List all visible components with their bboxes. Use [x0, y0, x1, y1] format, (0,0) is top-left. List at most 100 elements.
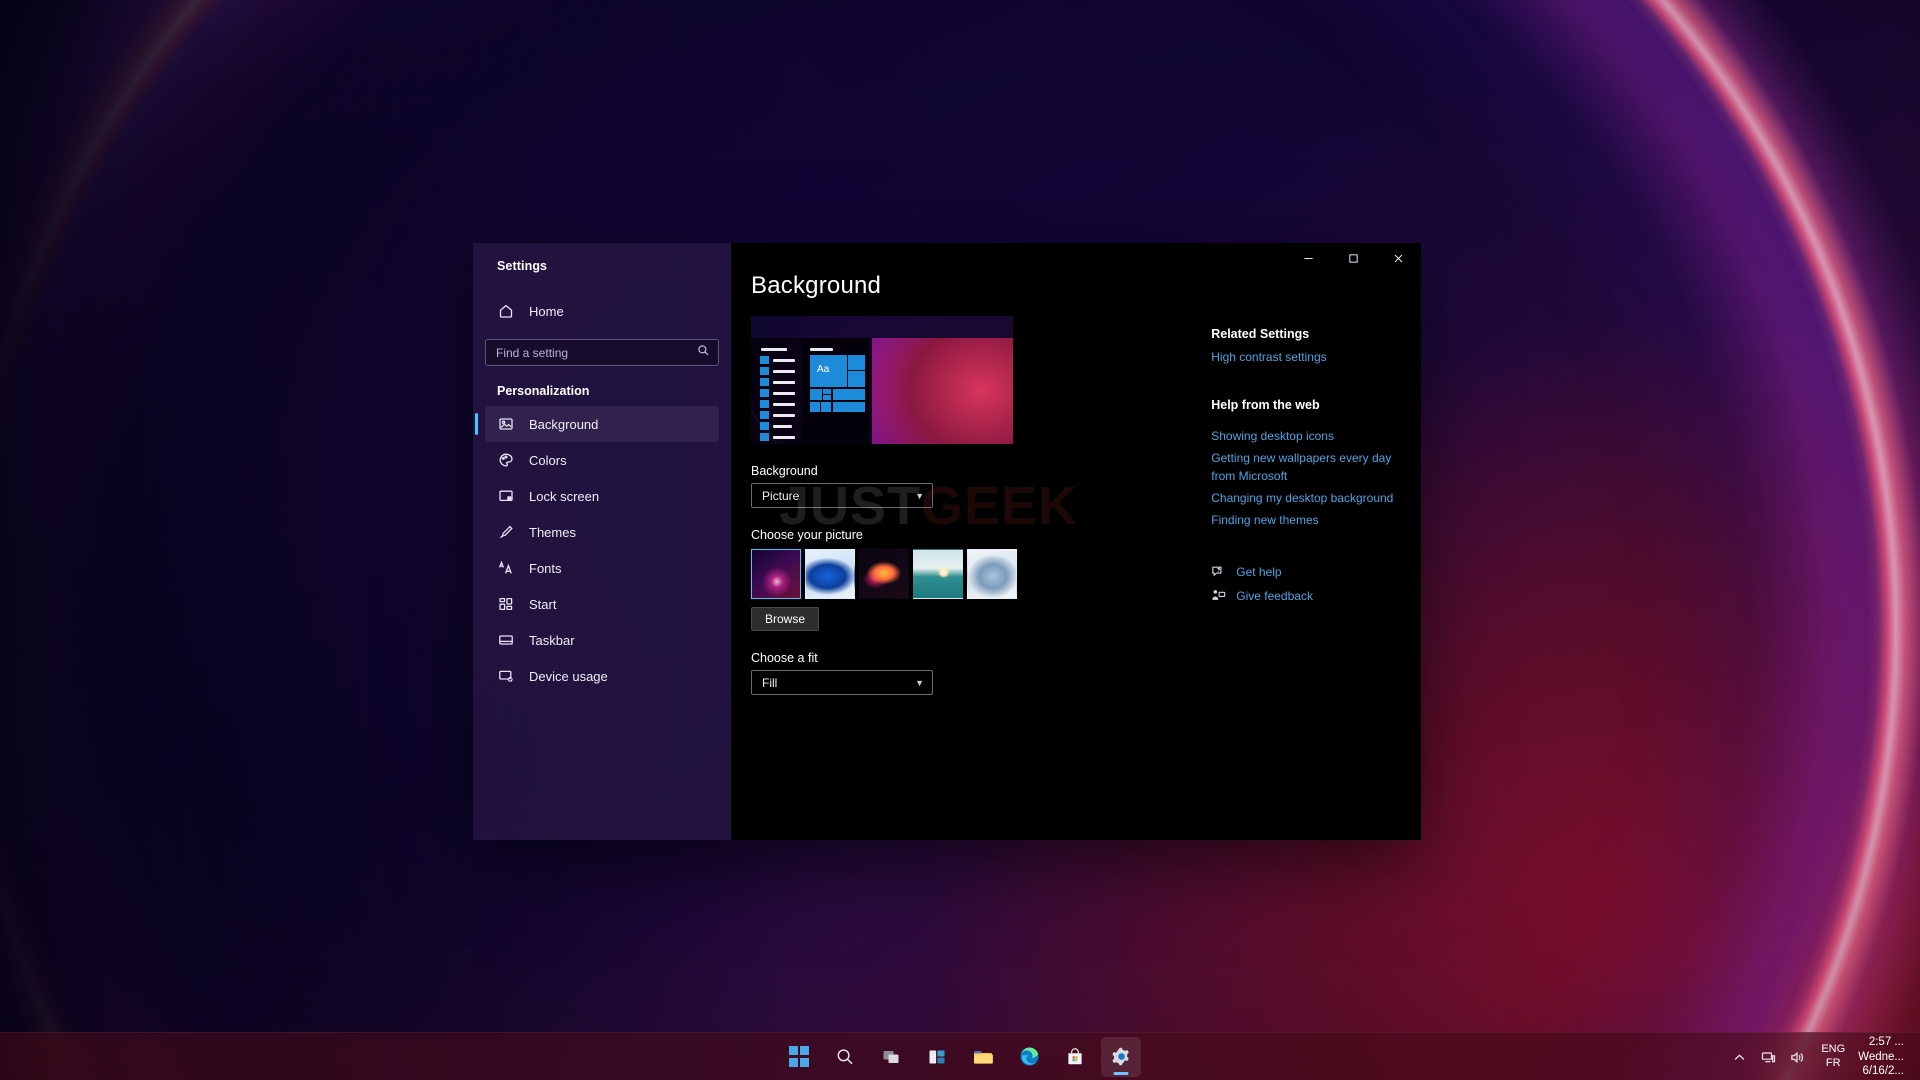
sidebar-item-label: Colors — [529, 452, 567, 468]
settings-button[interactable] — [1101, 1036, 1141, 1077]
store-bag-icon — [1068, 1047, 1082, 1064]
sidebar-item-device-usage[interactable]: Device usage — [485, 658, 719, 694]
choose-fit-label: Choose a fit — [751, 651, 818, 665]
chevron-up-icon — [1735, 1053, 1745, 1060]
chevron-down-icon: ▼ — [915, 677, 924, 688]
system-tray: ENG FR 2:57 ... Wedne... 6/16/2... — [1725, 1033, 1920, 1080]
give-feedback-label: Give feedback — [1236, 588, 1313, 603]
task-view-button[interactable] — [871, 1037, 911, 1077]
gear-icon — [1111, 1047, 1129, 1066]
language-bottom: FR — [1825, 1057, 1841, 1069]
sidebar-item-label: Themes — [529, 524, 576, 540]
show-hidden-icons-button[interactable] — [1725, 1033, 1754, 1080]
clock-date: 6/16/2... — [1862, 1065, 1904, 1078]
clock-time: 2:57 ... — [1868, 1035, 1904, 1048]
help-link[interactable]: Getting new wallpapers every day from Mi… — [1211, 449, 1393, 485]
sidebar-item-lock-screen[interactable]: Lock screen — [485, 478, 719, 514]
related-settings-panel: Related Settings High contrast settings … — [1187, 274, 1421, 695]
picture-thumbnail[interactable] — [913, 549, 963, 599]
start-icon — [497, 595, 515, 613]
sidebar-item-fonts[interactable]: Fonts — [485, 550, 719, 586]
close-button[interactable] — [1376, 243, 1421, 274]
related-link[interactable]: High contrast settings — [1211, 348, 1421, 366]
picture-thumbnail-list — [751, 549, 1187, 599]
search-input[interactable] — [486, 345, 718, 360]
window-titlebar — [731, 243, 1421, 274]
home-icon — [497, 302, 515, 320]
browse-button[interactable]: Browse — [751, 607, 820, 631]
minimize-button[interactable] — [1286, 243, 1331, 274]
windows-logo-icon — [788, 1046, 810, 1067]
choose-picture-label: Choose your picture — [751, 528, 863, 542]
clock[interactable]: 2:57 ... Wedne... 6/16/2... — [1854, 1035, 1914, 1080]
settings-column: Background Aa Background Picture ▼ Choos… — [751, 272, 1187, 695]
widgets-icon — [929, 1050, 945, 1063]
edge-button[interactable] — [1009, 1037, 1049, 1077]
fit-select-value: Fill — [762, 675, 778, 690]
taskbar-center-group — [779, 1036, 1141, 1077]
background-select-value: Picture — [762, 488, 800, 503]
sidebar-item-themes[interactable]: Themes — [485, 514, 719, 550]
network-icon — [1762, 1051, 1776, 1062]
sidebar-item-home[interactable]: Home — [485, 293, 719, 329]
sidebar-item-label: Home — [529, 303, 564, 319]
sidebar: Settings Home Personalization Background — [473, 243, 731, 840]
widgets-button[interactable] — [917, 1037, 957, 1077]
clock-day: Wedne... — [1858, 1050, 1904, 1063]
search-button[interactable] — [825, 1037, 865, 1077]
volume-button[interactable] — [1783, 1033, 1812, 1080]
file-explorer-button[interactable] — [963, 1037, 1003, 1077]
taskbar: ENG FR 2:57 ... Wedne... 6/16/2... — [0, 1032, 1920, 1080]
sidebar-item-label: Lock screen — [529, 488, 600, 504]
picture-thumbnail[interactable] — [805, 549, 855, 599]
folder-icon — [974, 1050, 993, 1064]
maximize-button[interactable] — [1331, 243, 1376, 274]
brush-icon — [497, 523, 515, 541]
picture-thumbnail[interactable] — [859, 549, 909, 599]
help-link[interactable]: Finding new themes — [1211, 511, 1421, 529]
palette-icon — [497, 451, 515, 469]
app-title: Settings — [497, 259, 548, 273]
chevron-down-icon: ▼ — [915, 490, 924, 501]
picture-thumbnail[interactable] — [967, 549, 1017, 599]
sidebar-item-label: Taskbar — [529, 632, 575, 648]
taskbar-icon — [497, 631, 515, 649]
related-settings-heading: Related Settings — [1211, 327, 1310, 341]
sidebar-group-heading: Personalization — [497, 384, 590, 398]
question-bubble-icon — [1211, 564, 1226, 579]
get-help-row[interactable]: Get help — [1211, 564, 1421, 579]
store-button[interactable] — [1055, 1037, 1095, 1077]
main-content: Background Aa Background Picture ▼ Choos… — [731, 243, 1421, 840]
volume-icon — [1791, 1051, 1804, 1063]
background-label: Background — [751, 464, 818, 478]
language-indicator[interactable]: ENG FR — [1812, 1043, 1854, 1071]
sidebar-item-label: Background — [529, 416, 599, 432]
fonts-icon — [497, 559, 515, 577]
give-feedback-row[interactable]: Give feedback — [1211, 588, 1421, 603]
picture-thumbnail[interactable] — [751, 549, 801, 599]
image-icon — [497, 415, 515, 433]
sidebar-item-label: Fonts — [529, 560, 562, 576]
sidebar-item-background[interactable]: Background — [475, 406, 719, 442]
search-icon — [697, 344, 710, 362]
sidebar-item-colors[interactable]: Colors — [485, 442, 719, 478]
feedback-person-icon — [1211, 588, 1226, 603]
task-view-icon — [883, 1050, 899, 1063]
sidebar-item-start[interactable]: Start — [485, 586, 719, 622]
lock-screen-icon — [497, 487, 515, 505]
page-title: Background — [751, 272, 882, 299]
sidebar-item-label: Device usage — [529, 668, 608, 684]
fit-select[interactable]: Fill ▼ — [751, 670, 933, 695]
help-link[interactable]: Showing desktop icons — [1211, 427, 1421, 445]
language-top: ENG — [1821, 1043, 1846, 1056]
background-select[interactable]: Picture ▼ — [751, 483, 933, 508]
search-box[interactable] — [485, 339, 719, 366]
edge-icon — [1020, 1047, 1038, 1066]
help-heading: Help from the web — [1211, 398, 1320, 412]
network-button[interactable] — [1754, 1033, 1783, 1080]
help-link[interactable]: Changing my desktop background — [1211, 489, 1421, 507]
start-button[interactable] — [779, 1037, 819, 1077]
sidebar-item-taskbar[interactable]: Taskbar — [485, 622, 719, 658]
get-help-label: Get help — [1236, 564, 1282, 579]
device-usage-icon — [497, 667, 515, 685]
